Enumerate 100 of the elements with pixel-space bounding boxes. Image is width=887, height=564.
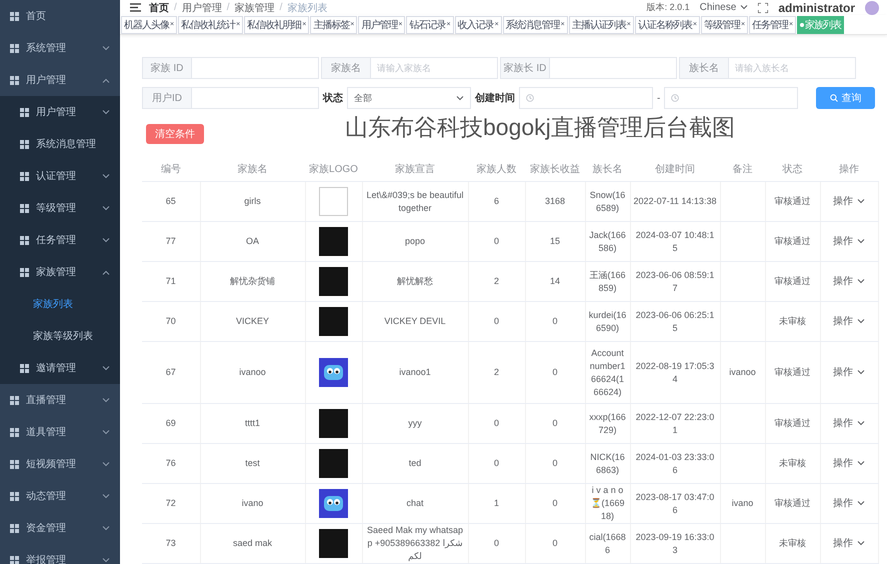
table-cell: 77 <box>166 236 176 246</box>
photo-placeholder <box>319 529 348 558</box>
caret-icon <box>857 541 865 546</box>
sidebar-item[interactable]: 动态管理 <box>0 480 120 512</box>
fullscreen-icon[interactable] <box>758 2 768 13</box>
input-field[interactable] <box>192 87 319 109</box>
table-cell: 72 <box>166 498 176 508</box>
filter-label: 创建时间 <box>475 92 515 106</box>
broken-image-icon <box>319 187 348 216</box>
breadcrumb-item[interactable]: 用户管理 <box>182 0 222 15</box>
sidebar-item[interactable]: 家族等级列表 <box>0 320 120 352</box>
menu-icon <box>10 524 19 532</box>
status-text: 审核通过 <box>774 276 810 286</box>
action-dropdown[interactable]: 操作 <box>833 537 865 550</box>
sidebar-item[interactable]: 家族列表 <box>0 288 120 320</box>
app-logo-icon <box>319 489 348 518</box>
app-logo-icon <box>319 358 348 387</box>
column-header: 家族名 <box>200 157 305 182</box>
sidebar-item[interactable]: 等级管理 <box>0 192 120 224</box>
date-field[interactable] <box>519 87 653 109</box>
caret-icon <box>102 110 110 114</box>
sidebar-item[interactable]: 系统管理 <box>0 32 120 64</box>
status-text: 未审核 <box>779 316 806 326</box>
action-dropdown[interactable]: 操作 <box>833 417 865 430</box>
action-dropdown[interactable]: 操作 <box>833 497 865 510</box>
column-header: 备注 <box>720 157 765 182</box>
table-cell: chat <box>406 498 424 508</box>
menu-icon <box>20 140 29 148</box>
table-cell: i v a n o ⏳(166918) <box>590 485 625 521</box>
menu-icon <box>20 268 29 276</box>
caret-icon <box>857 239 865 244</box>
caption-text: 山东布谷科技bogokj直播管理后台截图 <box>345 113 735 142</box>
table-cell: xxxp(166729) <box>589 412 626 434</box>
action-dropdown[interactable]: 操作 <box>833 315 865 328</box>
table-cell: 2024-03-07 10:48:15 <box>636 230 714 252</box>
table-cell: girls <box>244 196 261 206</box>
sidebar-item[interactable]: 用户管理 <box>0 64 120 96</box>
action-dropdown[interactable]: 操作 <box>833 275 865 288</box>
table-cell: 6 <box>494 196 499 206</box>
status-text: 审核通过 <box>774 498 810 508</box>
photo-placeholder <box>319 307 348 336</box>
sidebar-item[interactable]: 用户管理 <box>0 96 120 128</box>
column-header: 家族人数 <box>468 157 525 182</box>
sidebar-item[interactable]: 认证管理 <box>0 160 120 192</box>
table-cell: tttt1 <box>244 418 260 428</box>
sidebar-item[interactable]: 直播管理 <box>0 384 120 416</box>
column-header: 家族宣言 <box>362 157 468 182</box>
sidebar-item[interactable]: 短视频管理 <box>0 448 120 480</box>
status-text: 审核通过 <box>774 196 810 206</box>
input-field[interactable] <box>192 57 319 79</box>
action-dropdown[interactable]: 操作 <box>833 366 865 379</box>
table-cell: OA <box>246 236 259 246</box>
language-dropdown[interactable]: Chinese <box>700 2 748 14</box>
breadcrumb-item[interactable]: 首页 <box>149 0 169 15</box>
input-field[interactable] <box>550 57 677 79</box>
breadcrumb-separator: / <box>226 2 230 14</box>
version-text: 版本: 2.0.1 <box>646 1 690 14</box>
menu-icon[interactable] <box>130 3 141 12</box>
sidebar-item[interactable]: 道具管理 <box>0 416 120 448</box>
table-cell: 2022-12-07 22:23:01 <box>636 412 714 434</box>
table-cell: 0 <box>494 538 499 548</box>
table-cell: ivano <box>732 498 754 508</box>
action-dropdown[interactable]: 操作 <box>833 235 865 248</box>
table-cell: ted <box>408 458 422 468</box>
menu-icon <box>10 460 19 468</box>
search-icon <box>830 94 838 102</box>
table-cell: 2023-09-19 16:33:03 <box>636 532 714 554</box>
sidebar-item[interactable]: 邀请管理 <box>0 352 120 384</box>
caret-icon <box>857 461 865 466</box>
avatar[interactable] <box>865 0 879 15</box>
input-field[interactable]: 请输入家族名 <box>371 57 498 79</box>
caret-icon <box>857 279 865 284</box>
breadcrumb-separator: / <box>280 2 282 14</box>
table-cell: Snow(166589) <box>590 190 626 212</box>
sidebar-item[interactable]: 任务管理 <box>0 224 120 256</box>
table-cell: 0 <box>552 316 558 326</box>
table-cell: 解忧杂货铺 <box>230 276 275 286</box>
sidebar-item[interactable]: 首页 <box>0 0 120 32</box>
table-cell: 0 <box>552 367 558 377</box>
field-label: 用户ID <box>142 87 192 109</box>
status-text: 未审核 <box>779 538 806 548</box>
date-field[interactable] <box>664 87 798 109</box>
status-select[interactable]: 全部 <box>347 87 471 109</box>
table-cell: Jack(166586) <box>589 230 626 252</box>
sidebar-item[interactable]: 资金管理 <box>0 512 120 544</box>
sidebar-item[interactable]: 系统消息管理 <box>0 128 120 160</box>
status-text: 审核通过 <box>774 418 810 428</box>
breadcrumb-item[interactable]: 家族管理 <box>234 0 275 15</box>
action-dropdown[interactable]: 操作 <box>833 457 865 470</box>
clock-icon <box>526 94 534 102</box>
table-cell: 1 <box>494 498 499 508</box>
input-field[interactable]: 请输入族长名 <box>729 57 856 79</box>
action-dropdown[interactable]: 操作 <box>833 195 865 208</box>
sidebar-item[interactable]: 家族管理 <box>0 256 120 288</box>
table-cell: 2022-08-19 17:05:34 <box>636 360 714 384</box>
table-cell: 2024-01-03 23:33:06 <box>636 452 714 474</box>
column-header: 家族LOGO <box>305 157 362 182</box>
column-header: 族长名 <box>585 157 630 182</box>
column-header: 编号 <box>142 157 200 182</box>
caret-icon <box>102 430 110 434</box>
